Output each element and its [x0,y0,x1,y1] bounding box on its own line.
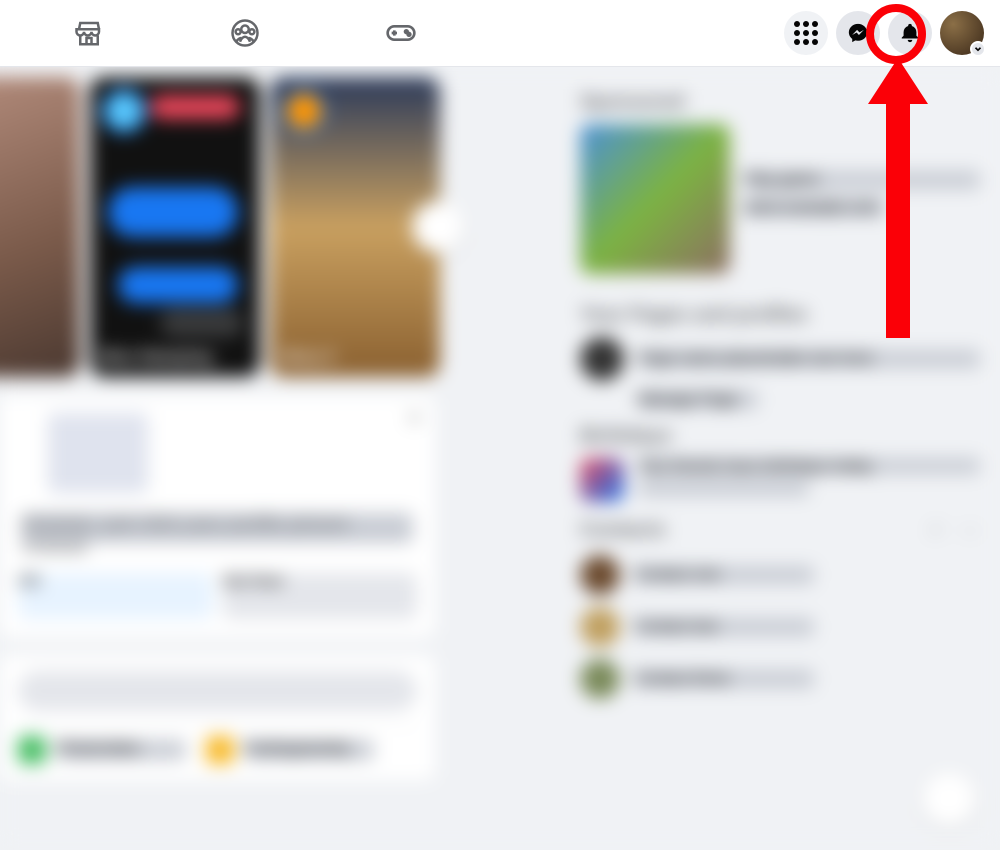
birthdays-title: Birthdays [580,425,980,448]
story-name: Story 1 [0,349,70,367]
more-icon[interactable]: ⋯ [960,518,980,543]
grid-icon [794,21,818,45]
composer-input[interactable] [18,671,417,711]
contact-item[interactable]: Contact one [580,555,980,595]
pages-title: Your Pages and profiles [580,304,980,327]
account-button[interactable] [940,11,984,55]
contact-name: Contact two [634,618,814,636]
contact-avatar [580,659,620,699]
top-nav [16,15,419,51]
composer-photo-button[interactable]: Photo/video [18,736,186,764]
search-icon[interactable]: ⌕ [931,518,942,543]
story-avatar [282,89,326,133]
page-name: Page name placeholder text here [638,350,980,368]
composer-card: Photo/video Feeling/activity [0,655,435,780]
promo-primary-button[interactable]: OK [18,573,213,619]
notifications-button[interactable] [888,11,932,55]
groups-icon [230,18,260,48]
contact-avatar [580,607,620,647]
contacts-header: Contacts ⌕ ⋯ [580,518,980,543]
feed-blurred: Story 1 Blue Stamping Story 3 × browser,… [0,67,1000,850]
feeling-icon [206,736,234,764]
gift-icon [580,458,624,502]
birthday-item[interactable]: Two friends have birthdays today. [580,458,980,502]
chevron-down-icon [970,41,986,57]
stories-tray[interactable]: Story 1 Blue Stamping Story 3 [0,77,450,377]
chat-bubble [108,187,238,237]
groups-nav[interactable] [227,15,263,51]
contact-avatar [580,555,620,595]
new-message-fab[interactable] [922,772,976,826]
sponsored-title: Sponsored [580,91,980,114]
page-avatar [580,337,624,381]
contact-name: Contact one [634,566,814,584]
top-actions [784,11,984,55]
manage-page-link[interactable]: Manage Page [580,391,980,409]
gaming-nav[interactable] [383,15,419,51]
story-card[interactable]: Blue Stamping [90,77,260,377]
story-name: Story 3 [280,349,430,367]
messenger-button[interactable] [836,11,880,55]
contact-item[interactable]: Contact three [580,659,980,699]
promo-text: browser, just click your profile picture… [22,513,413,543]
contacts-title: Contacts [580,519,666,542]
story-avatar [102,89,146,133]
composer-actions: Photo/video Feeling/activity [18,725,417,764]
manage-page-label: Manage Page [638,391,758,409]
composer-feeling-label: Feeling/activity [244,740,374,760]
birthday-text: Two friends have birthdays today. [638,458,980,474]
promo-secondary-button[interactable]: Not Now [223,573,418,619]
right-column: Sponsored Play game store.example.com Yo… [580,77,980,711]
marketplace-icon [74,18,104,48]
composer-feeling-button[interactable]: Feeling/activity [206,736,374,764]
page-item[interactable]: Page name placeholder text here [580,337,980,381]
menu-button[interactable] [784,11,828,55]
story-card[interactable]: Story 3 [270,77,440,377]
ad-text: Play game store.example.com [744,171,980,227]
gaming-icon [385,17,417,49]
contact-name: Contact three [634,670,814,688]
story-label [150,95,240,119]
sponsored-ad[interactable]: Play game store.example.com [580,124,980,274]
stories-next-button[interactable] [412,201,464,253]
promo-image [48,413,148,493]
top-bar [0,0,1000,67]
contact-item[interactable]: Contact two [580,607,980,647]
promo-card: × browser, just click your profile pictu… [0,395,435,637]
close-icon[interactable]: × [408,405,421,431]
messenger-icon [847,22,869,44]
photo-icon [18,736,46,764]
story-name: Blue Stamping [100,349,250,367]
ad-title: Play game [744,171,980,189]
chat-bubble [118,267,238,303]
main-column: Story 1 Blue Stamping Story 3 × browser,… [0,77,450,780]
bell-icon [899,22,921,44]
ad-image [580,124,730,274]
marketplace-nav[interactable] [71,15,107,51]
promo-actions: OK Not Now [18,573,417,619]
chat-bubble [160,309,244,337]
story-card[interactable]: Story 1 [0,77,80,377]
birthday-text-2 [638,480,809,496]
ad-subtitle: store.example.com [744,199,886,217]
composer-photo-label: Photo/video [56,740,186,760]
